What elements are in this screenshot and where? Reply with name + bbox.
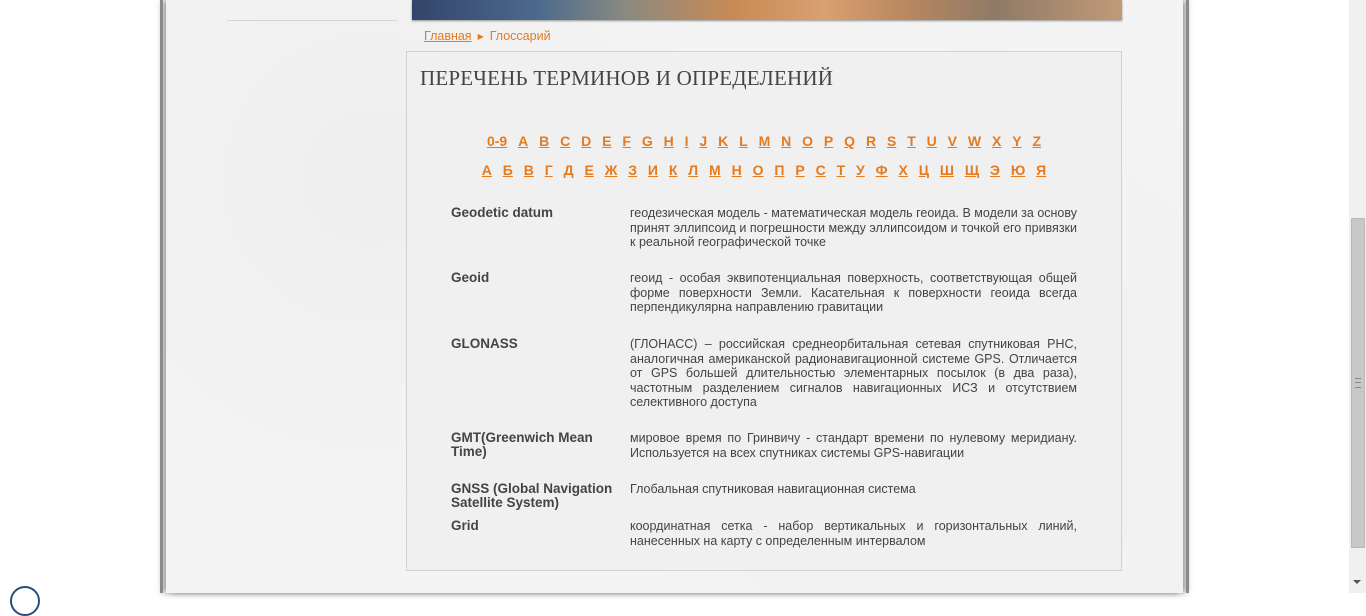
letter-link-g[interactable]: G — [642, 133, 653, 149]
letter-link-c[interactable]: C — [560, 133, 570, 149]
letter-link-cyr-zhe[interactable]: Ж — [605, 162, 618, 178]
letter-link-cyr-te[interactable]: Т — [837, 162, 846, 178]
letter-link-cyr-be[interactable]: Б — [503, 162, 513, 178]
glossary-term: GNSS (Global Navigation Satellite System… — [451, 481, 613, 510]
letter-link-cyr-shcha[interactable]: Щ — [965, 162, 979, 178]
letter-link-r[interactable]: R — [866, 133, 876, 149]
letter-link-q[interactable]: Q — [844, 133, 855, 149]
vertical-scrollbar[interactable] — [1349, 0, 1366, 593]
letter-link-cyr-er[interactable]: Р — [795, 162, 804, 178]
letter-link-f[interactable]: F — [622, 133, 631, 149]
glossary-definition: (ГЛОНАСС) – российская среднеорбитальная… — [630, 337, 1077, 409]
letter-link-cyr-ka[interactable]: К — [669, 162, 678, 178]
letter-link-cyr-ef[interactable]: Ф — [876, 162, 888, 178]
letter-link-cyr-ge[interactable]: Г — [545, 162, 553, 178]
letter-link-cyr-ye[interactable]: Е — [584, 162, 593, 178]
breadcrumb-current: Глоссарий — [489, 29, 551, 43]
letter-link-cyr-kha[interactable]: Х — [898, 162, 907, 178]
letter-link-v[interactable]: V — [948, 133, 957, 149]
glossary-term: Geodetic datum — [451, 205, 554, 220]
letter-link-cyr-yu[interactable]: Ю — [1011, 162, 1025, 178]
header-banner-image — [412, 0, 1122, 20]
letter-link-y[interactable]: Y — [1012, 133, 1021, 149]
letter-link-k[interactable]: K — [718, 133, 728, 149]
letter-link-cyr-i[interactable]: И — [648, 162, 658, 178]
letter-link-j[interactable]: J — [699, 133, 707, 149]
glossary-definition: координатная сетка - набор вертикальных … — [630, 519, 1077, 548]
letter-link-n[interactable]: N — [781, 133, 791, 149]
glossary-term: GLONASS — [451, 336, 518, 351]
letter-link-cyr-pe[interactable]: П — [774, 162, 784, 178]
glossary-term: Grid — [451, 518, 479, 533]
letter-link-w[interactable]: W — [968, 133, 981, 149]
letter-link-u[interactable]: U — [927, 133, 937, 149]
letter-link-x[interactable]: X — [992, 133, 1001, 149]
letter-link-cyr-ve[interactable]: В — [524, 162, 534, 178]
sidebar-divider — [227, 20, 397, 21]
latin-alphabet-nav: 0-9 A B C D E F G H I J K L M N O P Q R … — [406, 133, 1122, 149]
letter-link-z[interactable]: Z — [1032, 133, 1041, 149]
letter-link-cyr-de[interactable]: Д — [564, 162, 574, 178]
letter-link-cyr-a[interactable]: А — [482, 162, 492, 178]
glossary-term: GMT(Greenwich Mean Time) — [451, 430, 593, 459]
breadcrumb-home-link[interactable]: Главная — [424, 29, 472, 43]
letter-link-l[interactable]: L — [739, 133, 748, 149]
scrollbar-grip-icon — [1355, 378, 1361, 388]
letter-link-cyr-sha[interactable]: Ш — [940, 162, 954, 178]
letter-link-cyr-u[interactable]: У — [856, 162, 865, 178]
glossary-definition: геодезическая модель - математическая мо… — [630, 206, 1077, 249]
scroll-down-arrow-icon[interactable] — [1353, 580, 1361, 584]
letter-link-cyr-en[interactable]: Н — [732, 162, 742, 178]
breadcrumb-arrow-icon: ▶ — [477, 32, 484, 41]
letter-link-t[interactable]: T — [907, 133, 916, 149]
scrollbar-thumb[interactable] — [1351, 218, 1365, 548]
page-title: ПЕРЕЧЕНЬ ТЕРМИНОВ И ОПРЕДЕЛЕНИЙ — [420, 66, 834, 90]
letter-link-h[interactable]: H — [664, 133, 674, 149]
letter-link-cyr-el[interactable]: Л — [688, 162, 698, 178]
letter-link-cyr-o[interactable]: О — [753, 162, 764, 178]
breadcrumb: Главная ▶ Глоссарий — [424, 29, 551, 43]
letter-link-0-9[interactable]: 0-9 — [487, 133, 507, 149]
letter-link-cyr-ze[interactable]: З — [628, 162, 637, 178]
letter-link-a[interactable]: A — [518, 133, 528, 149]
floating-widget-icon[interactable] — [10, 586, 40, 616]
glossary-definition: мировое время по Гринвичу - стандарт вре… — [630, 431, 1077, 460]
letter-link-o[interactable]: O — [802, 133, 813, 149]
glossary-definition: Глобальная спутниковая навигационная сис… — [630, 482, 916, 496]
letter-link-e[interactable]: E — [602, 133, 611, 149]
letter-link-cyr-tse[interactable]: Ц — [919, 162, 929, 178]
letter-link-cyr-e[interactable]: Э — [990, 162, 1000, 178]
letter-link-m[interactable]: M — [759, 133, 771, 149]
cyrillic-alphabet-nav: А Б В Г Д Е Ж З И К Л М Н О П Р С Т У Ф … — [406, 162, 1122, 178]
letter-link-i[interactable]: I — [685, 133, 689, 149]
letter-link-d[interactable]: D — [581, 133, 591, 149]
letter-link-s[interactable]: S — [887, 133, 896, 149]
letter-link-b[interactable]: B — [539, 133, 549, 149]
glossary-definition: геоид - особая эквипотенциальная поверхн… — [630, 271, 1077, 314]
letter-link-cyr-ya[interactable]: Я — [1036, 162, 1046, 178]
letter-link-p[interactable]: P — [824, 133, 833, 149]
glossary-term: Geoid — [451, 270, 490, 285]
letter-link-cyr-em[interactable]: М — [709, 162, 721, 178]
letter-link-cyr-es[interactable]: С — [816, 162, 826, 178]
